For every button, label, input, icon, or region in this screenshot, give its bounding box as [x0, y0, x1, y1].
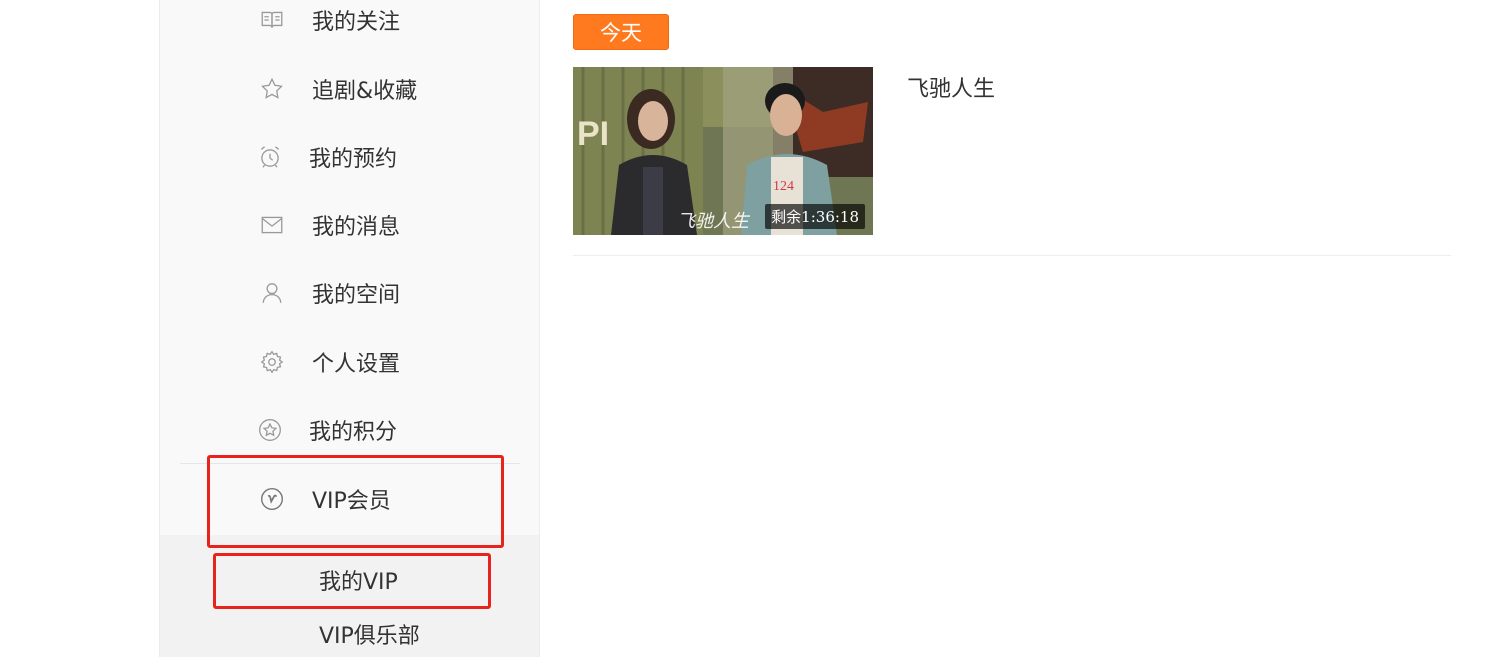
sidebar-item-reservations[interactable]: 我的预约 [160, 139, 539, 175]
sidebar-item-points[interactable]: 我的积分 [160, 412, 539, 448]
video-title-link[interactable]: 飞驰人生 [907, 71, 995, 103]
sidebar-item-messages[interactable]: 我的消息 [160, 207, 539, 243]
submenu-item-vip-club[interactable]: VIP俱乐部 [319, 618, 420, 650]
svg-text:124: 124 [773, 179, 794, 194]
alarm-clock-icon [256, 143, 284, 171]
submenu-item-my-vip[interactable]: 我的VIP [319, 564, 398, 596]
gear-icon [258, 348, 286, 376]
sidebar-item-favorites[interactable]: 追剧&收藏 [160, 71, 539, 107]
sidebar-item-my-space[interactable]: 我的空间 [160, 275, 539, 311]
sidebar-item-label: 个人设置 [312, 352, 401, 377]
sidebar-item-label: 我的关注 [312, 10, 401, 35]
user-icon [258, 279, 286, 307]
star-icon [258, 75, 286, 103]
history-divider [573, 255, 1451, 256]
points-badge-icon [256, 416, 284, 444]
svg-text:PI: PI [577, 115, 609, 153]
book-icon [258, 6, 286, 34]
remaining-time-badge: 剩余1:36:18 [765, 204, 865, 229]
sidebar-item-label: 我的积分 [309, 420, 398, 445]
vip-icon [258, 485, 286, 513]
watch-history: 今天 PI 124 飞驰人生 剩余1:36:18 飞驰人生 [573, 0, 1451, 657]
thumbnail-caption: 飞驰人生 [677, 211, 751, 232]
user-center-sidebar: 我的关注 追剧&收藏 我的预约 我的消息 我的空间 个人设置 我的积分 VIP会… [159, 0, 540, 657]
sidebar-divider [180, 463, 520, 464]
sidebar-item-label: 我的空间 [312, 283, 401, 308]
sidebar-item-label: 我的消息 [312, 215, 401, 240]
sidebar-item-label: VIP会员 [312, 489, 391, 514]
sidebar-item-vip[interactable]: VIP会员 [160, 481, 539, 517]
date-group-tag: 今天 [573, 14, 669, 50]
vip-submenu: 我的VIP VIP俱乐部 [160, 535, 539, 657]
video-thumbnail[interactable]: PI 124 飞驰人生 剩余1:36:18 [573, 67, 873, 235]
sidebar-item-following[interactable]: 我的关注 [160, 2, 539, 38]
mail-icon [258, 211, 286, 239]
sidebar-item-label: 我的预约 [309, 147, 398, 172]
sidebar-item-settings[interactable]: 个人设置 [160, 344, 539, 380]
sidebar-item-label: 追剧&收藏 [312, 79, 418, 104]
